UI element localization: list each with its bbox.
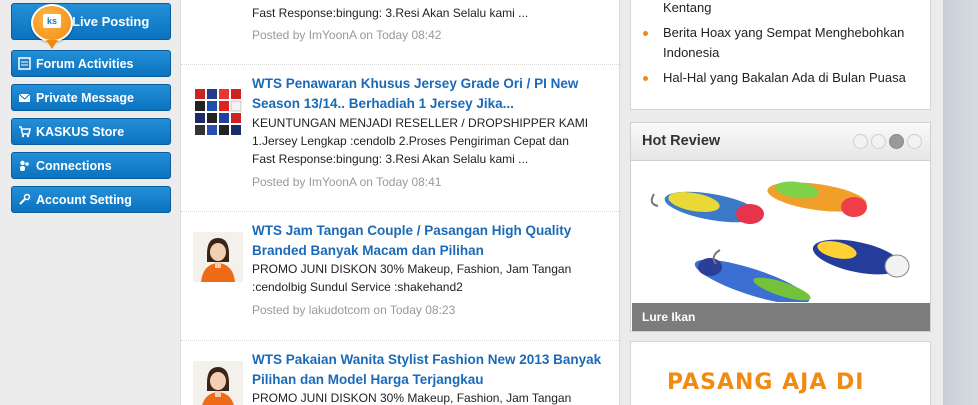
fishing-lure-image-icon xyxy=(632,162,930,305)
sidebar-item-connections[interactable]: Connections xyxy=(11,152,171,179)
sidebar-item-kaskus-store[interactable]: KASKUS Store xyxy=(11,118,171,145)
live-posting-label: Live Posting xyxy=(72,14,150,29)
hot-review-header: Hot Review xyxy=(631,123,930,161)
page-edge-background xyxy=(943,0,978,405)
thread-desc-line: :cendolbig Sundul Service :shakehand2 xyxy=(252,280,463,294)
sidebar-item-forum-activities[interactable]: Forum Activities xyxy=(11,50,171,77)
ad-banner[interactable]: PASANG AJA DI xyxy=(630,341,931,405)
sidebar-item-label: Account Setting xyxy=(36,192,132,207)
sidebar-item-label: KASKUS Store xyxy=(36,124,125,139)
carousel-pager xyxy=(853,134,922,149)
thread-desc-line: 1.Jersey Lengkap :cendolb 2.Proses Pengi… xyxy=(252,134,569,148)
news-link[interactable]: Kentang xyxy=(643,0,928,18)
right-column: Kentang Berita Hoax yang Sempat Menghebo… xyxy=(630,0,931,405)
thread-meta: Posted by ImYoonA on Today 08:41 xyxy=(252,175,442,189)
thread-desc-line: Fast Response:bingung: 3.Resi Akan Selal… xyxy=(252,152,529,166)
thread-meta: Posted by ImYoonA on Today 08:42 xyxy=(252,28,442,42)
live-posting-button[interactable]: ks Live Posting xyxy=(11,3,171,49)
list-item: WTS Pakaian Wanita Stylist Fashion New 2… xyxy=(181,341,621,405)
sidebar-item-private-message[interactable]: Private Message xyxy=(11,84,171,111)
thread-desc: PROMO JUNI DISKON 30% Makeup, Fashion, J… xyxy=(252,389,602,405)
ad-text: PASANG AJA DI xyxy=(667,370,865,395)
thread-desc-line: KEUNTUNGAN MENJADI RESELLER / DROPSHIPPE… xyxy=(252,116,589,130)
thread-title-line: WTS Pakaian Wanita Stylist Fashion New 2… xyxy=(252,352,602,367)
hot-review-title: Hot Review xyxy=(642,133,721,149)
cart-icon xyxy=(19,126,31,138)
live-posting-badge-icon: ks xyxy=(31,4,73,49)
thread-thumbnail[interactable] xyxy=(193,87,243,137)
thread-title-link[interactable]: WTS Jam Tangan Couple / Pasangan High Qu… xyxy=(252,221,612,261)
thread-desc: KEUNTUNGAN MENJADI RESELLER / DROPSHIPPE… xyxy=(252,114,602,168)
thread-title-link[interactable]: WTS Penawaran Khusus Jersey Grade Ori / … xyxy=(252,74,612,114)
news-text: Kentang xyxy=(663,0,712,15)
sidebar-item-label: Forum Activities xyxy=(36,56,134,71)
news-link[interactable]: Berita Hoax yang Sempat Menghebohkan Ind… xyxy=(643,23,928,63)
list-item: Fast Response:bingung: 3.Resi Akan Selal… xyxy=(181,0,621,65)
list-item: WTS Penawaran Khusus Jersey Grade Ori / … xyxy=(181,65,621,212)
forum-icon xyxy=(18,57,31,70)
thread-thumbnail[interactable] xyxy=(193,232,243,282)
news-link[interactable]: Hal-Hal yang Bakalan Ada di Bulan Puasa xyxy=(643,68,928,88)
news-text: Berita Hoax yang Sempat Menghebohkan xyxy=(663,25,905,40)
mail-icon xyxy=(18,93,31,102)
thread-desc-line: Fast Response:bingung: 3.Resi Akan Selal… xyxy=(252,6,529,20)
sidebar-item-account-setting[interactable]: Account Setting xyxy=(11,186,171,213)
people-icon xyxy=(20,160,29,171)
sidebar-item-label: Private Message xyxy=(36,90,134,105)
news-text: Hal-Hal yang Bakalan Ada di Bulan Puasa xyxy=(663,70,906,85)
jersey-thumbnail-icon xyxy=(193,87,243,137)
list-item: WTS Jam Tangan Couple / Pasangan High Qu… xyxy=(181,212,621,341)
sidebar: ks Live Posting Forum Activities Private… xyxy=(0,0,180,405)
thread-title-line: WTS Penawaran Khusus Jersey Grade Ori / … xyxy=(252,76,579,91)
thread-desc: PROMO JUNI DISKON 30% Makeup, Fashion, J… xyxy=(252,260,602,296)
thread-title-line: WTS Jam Tangan Couple / Pasangan High Qu… xyxy=(252,223,572,238)
bullet-icon xyxy=(643,76,648,81)
thread-desc: Fast Response:bingung: 3.Resi Akan Selal… xyxy=(252,4,602,22)
wrench-icon xyxy=(19,193,31,205)
news-box: Kentang Berita Hoax yang Sempat Menghebo… xyxy=(630,0,931,110)
sidebar-item-label: Connections xyxy=(36,158,112,173)
pager-dot[interactable] xyxy=(853,134,868,149)
thread-title-line: Pilihan dan Model Harga Terjangkau xyxy=(252,372,484,387)
hot-review-box: Hot Review Lure Ikan xyxy=(630,122,931,332)
thread-thumbnail[interactable] xyxy=(193,361,243,405)
thread-list: Fast Response:bingung: 3.Resi Akan Selal… xyxy=(180,0,621,405)
news-text: Indonesia xyxy=(663,45,720,60)
thread-desc-line: PROMO JUNI DISKON 30% Makeup, Fashion, J… xyxy=(252,391,572,405)
pager-dot[interactable] xyxy=(907,134,922,149)
hot-review-image[interactable] xyxy=(632,162,930,305)
thread-title-link[interactable]: WTS Pakaian Wanita Stylist Fashion New 2… xyxy=(252,350,612,390)
thread-title-line: Season 13/14.. Berhadiah 1 Jersey Jika..… xyxy=(252,96,514,111)
model-photo-icon xyxy=(193,361,243,405)
hot-review-caption[interactable]: Lure Ikan xyxy=(632,303,930,331)
pager-dot[interactable] xyxy=(871,134,886,149)
bullet-icon xyxy=(643,31,648,36)
thread-meta: Posted by lakudotcom on Today 08:23 xyxy=(252,303,456,317)
thread-title-line: Branded Banyak Macam dan Pilihan xyxy=(252,243,484,258)
model-photo-icon xyxy=(193,232,243,282)
thread-desc-line: PROMO JUNI DISKON 30% Makeup, Fashion, J… xyxy=(252,262,572,276)
pager-dot-active[interactable] xyxy=(889,134,904,149)
